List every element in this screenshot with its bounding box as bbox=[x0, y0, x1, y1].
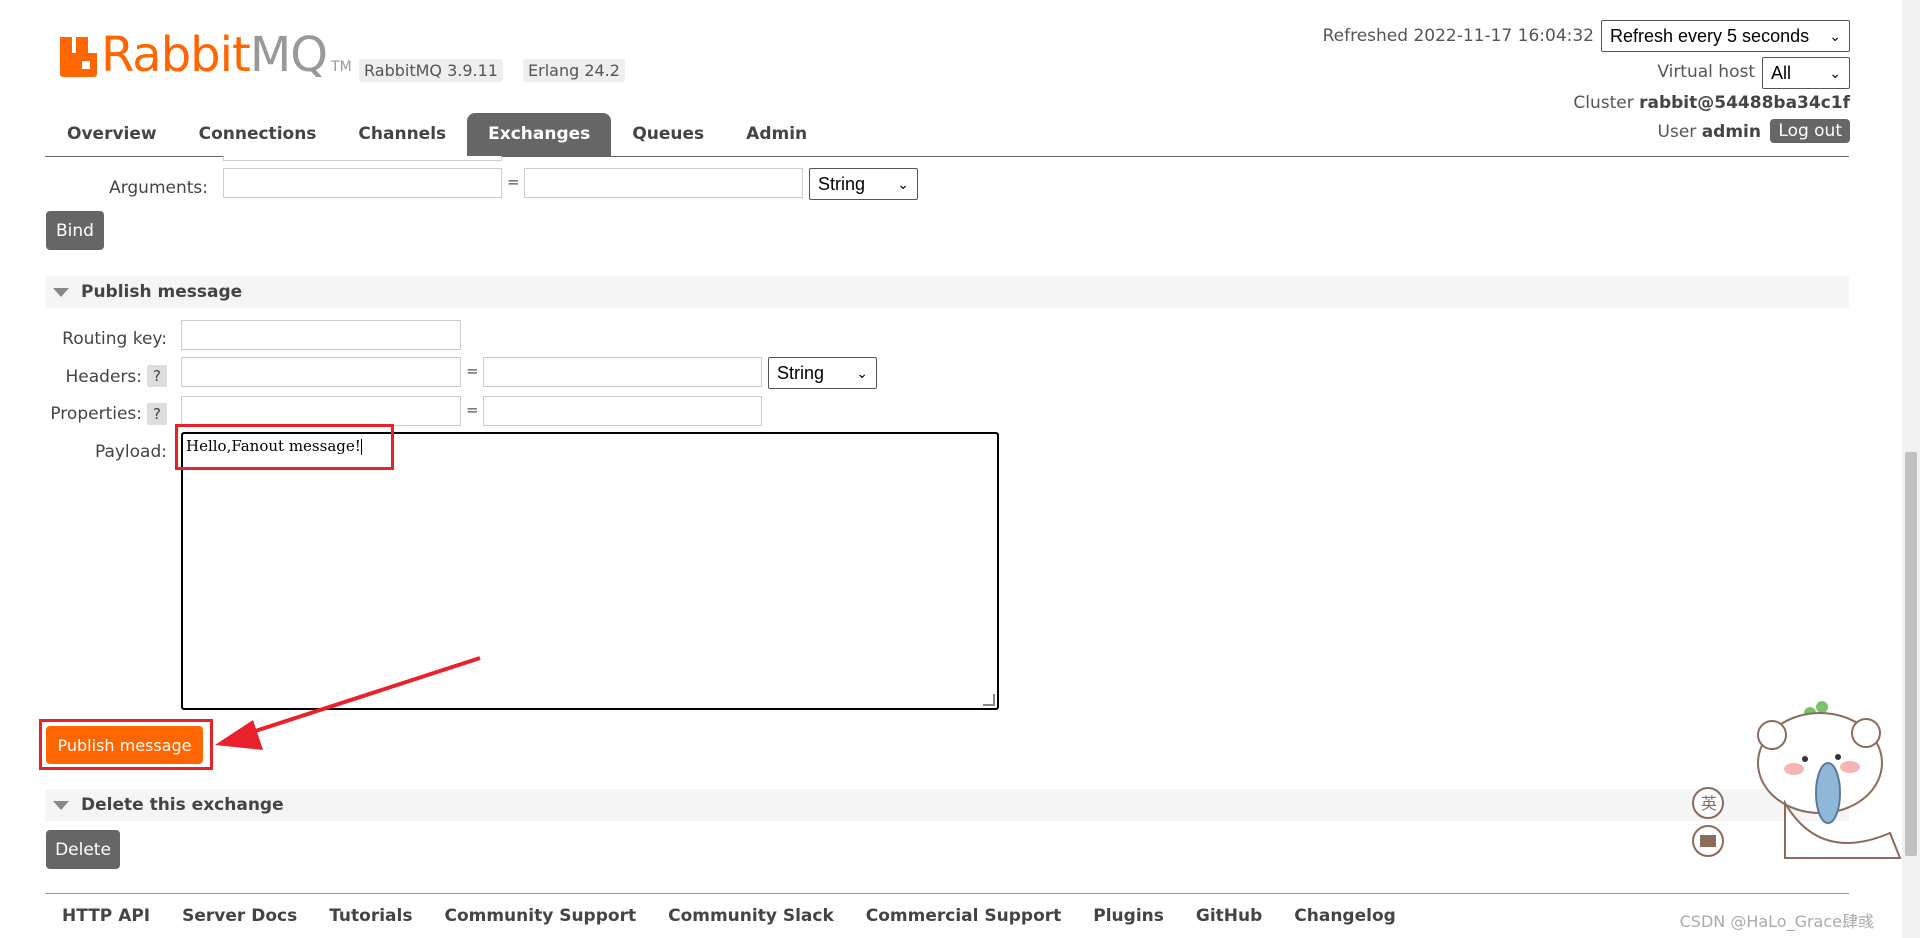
delete-exchange-title: Delete this exchange bbox=[81, 795, 284, 815]
page-scrollbar[interactable] bbox=[1902, 0, 1920, 938]
user-label: User bbox=[1657, 122, 1697, 142]
bear-mascot-icon: 英 bbox=[1692, 701, 1902, 859]
argument-type-select[interactable]: String ⌄ bbox=[809, 168, 918, 200]
footer-divider bbox=[45, 893, 1849, 894]
virtual-host-label: Virtual host bbox=[1657, 62, 1755, 82]
footer-link-http-api[interactable]: HTTP API bbox=[62, 906, 150, 926]
bind-button[interactable]: Bind bbox=[46, 211, 104, 250]
header-value-input[interactable] bbox=[483, 357, 762, 387]
chevron-down-icon: ⌄ bbox=[1829, 64, 1841, 81]
rabbitmq-logo-icon bbox=[60, 37, 97, 77]
erlang-badge: Erlang 24.2 bbox=[523, 59, 625, 82]
properties-help-icon[interactable]: ? bbox=[147, 403, 167, 425]
equals-sign: = bbox=[466, 362, 479, 380]
delete-button[interactable]: Delete bbox=[46, 830, 120, 869]
headers-label: Headers: bbox=[65, 367, 142, 387]
payload-label: Payload: bbox=[94, 442, 167, 462]
footer-link-plugins[interactable]: Plugins bbox=[1093, 906, 1164, 926]
footer-link-tutorials[interactable]: Tutorials bbox=[329, 906, 412, 926]
footer-link-github[interactable]: GitHub bbox=[1196, 906, 1262, 926]
publish-message-button[interactable]: Publish message bbox=[46, 726, 203, 764]
logout-button[interactable]: Log out bbox=[1770, 119, 1850, 143]
argument-value-input[interactable] bbox=[524, 168, 803, 198]
arguments-label: Arguments: bbox=[109, 178, 208, 198]
resize-handle-icon[interactable] bbox=[983, 694, 995, 706]
refreshed-timestamp: Refreshed 2022-11-17 16:04:32 bbox=[1322, 26, 1594, 46]
header-type-select[interactable]: String ⌄ bbox=[768, 357, 877, 389]
footer-link-server-docs[interactable]: Server Docs bbox=[182, 906, 297, 926]
footer-link-community-support[interactable]: Community Support bbox=[444, 906, 636, 926]
logo-word-rabbit: Rabbit bbox=[101, 27, 251, 83]
footer-link-commercial-support[interactable]: Commercial Support bbox=[866, 906, 1062, 926]
tab-channels[interactable]: Channels bbox=[337, 113, 467, 156]
virtual-host-select[interactable]: All ⌄ bbox=[1762, 57, 1850, 89]
headers-help-icon[interactable]: ? bbox=[147, 365, 167, 387]
properties-label: Properties: bbox=[50, 404, 142, 424]
tab-overview[interactable]: Overview bbox=[46, 113, 178, 156]
header-key-input[interactable] bbox=[181, 357, 461, 387]
collapse-triangle-icon bbox=[53, 287, 69, 297]
publish-message-section-header[interactable]: Publish message bbox=[45, 276, 1849, 308]
version-badge: RabbitMQ 3.9.11 bbox=[359, 59, 503, 82]
tab-connections[interactable]: Connections bbox=[178, 113, 338, 156]
chevron-down-icon: ⌄ bbox=[897, 175, 909, 192]
logo-word-mq: MQ bbox=[249, 27, 328, 83]
csdn-watermark: CSDN @HaLo_Grace肆彧 bbox=[1679, 912, 1874, 931]
mascot-label: 英 bbox=[1701, 794, 1717, 813]
delete-exchange-section-header[interactable]: Delete this exchange bbox=[45, 789, 1849, 821]
equals-sign: = bbox=[507, 173, 520, 191]
chevron-down-icon: ⌄ bbox=[1829, 27, 1841, 44]
logo-tm: TM bbox=[331, 59, 352, 75]
routing-key-label: Routing key: bbox=[62, 329, 167, 349]
property-value-input[interactable] bbox=[483, 396, 762, 426]
header-type-value: String bbox=[777, 362, 825, 383]
cluster-info: Cluster rabbit@54488ba34c1f bbox=[1573, 93, 1850, 113]
footer-links: HTTP API Server Docs Tutorials Community… bbox=[46, 906, 1412, 926]
routing-key-input[interactable] bbox=[181, 320, 461, 350]
property-key-input[interactable] bbox=[181, 396, 461, 426]
user-info: User admin bbox=[1658, 122, 1761, 142]
cluster-label: Cluster bbox=[1573, 93, 1634, 113]
tab-queues[interactable]: Queues bbox=[611, 113, 725, 156]
argument-type-value: String bbox=[818, 173, 866, 194]
scrollbar-thumb[interactable] bbox=[1905, 452, 1917, 856]
cluster-name: rabbit@54488ba34c1f bbox=[1639, 93, 1850, 113]
collapse-triangle-icon bbox=[53, 800, 69, 810]
tab-admin[interactable]: Admin bbox=[725, 113, 828, 156]
virtual-host-value: All bbox=[1771, 62, 1792, 83]
refresh-interval-value: Refresh every 5 seconds bbox=[1610, 25, 1810, 46]
payload-highlight-box bbox=[175, 424, 394, 470]
argument-key-input[interactable] bbox=[223, 168, 502, 198]
rabbitmq-logo[interactable]: Rabbit MQ TM bbox=[60, 27, 352, 83]
footer-link-changelog[interactable]: Changelog bbox=[1294, 906, 1396, 926]
publish-message-title: Publish message bbox=[81, 282, 243, 302]
tab-exchanges[interactable]: Exchanges bbox=[467, 113, 612, 156]
bind-routing-key-input-partial[interactable] bbox=[223, 156, 502, 161]
main-nav: Overview Connections Channels Exchanges … bbox=[46, 113, 828, 156]
refresh-interval-select[interactable]: Refresh every 5 seconds ⌄ bbox=[1601, 20, 1850, 52]
footer-link-community-slack[interactable]: Community Slack bbox=[668, 906, 834, 926]
annotation-arrow-icon bbox=[215, 656, 481, 750]
equals-sign: = bbox=[466, 401, 479, 419]
user-name: admin bbox=[1701, 122, 1761, 142]
chevron-down-icon: ⌄ bbox=[856, 364, 868, 381]
